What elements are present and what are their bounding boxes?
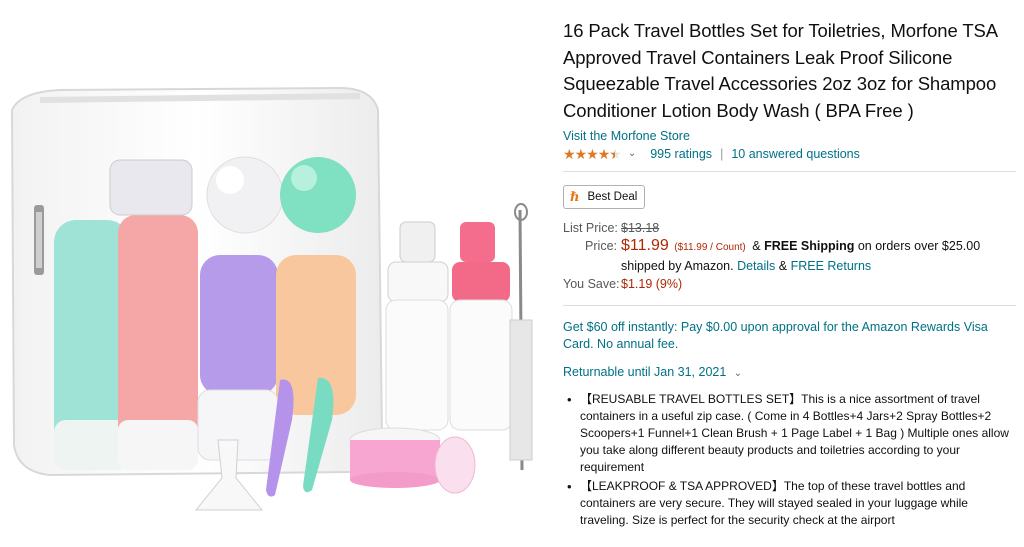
rating-row: ★ ★ ★ ★ ★★ ⌄ 995 ratings | 10 answered q… [563, 146, 1018, 162]
details-link[interactable]: Details [737, 259, 775, 273]
deal-icon: ℏ [570, 189, 580, 205]
answered-questions-link[interactable]: 10 answered questions [731, 146, 860, 162]
star-half-icon: ★★ [609, 146, 622, 162]
returnable-text: Returnable until Jan 31, 2021 [563, 365, 727, 379]
you-save-value: $1.19 (9%) [621, 277, 683, 291]
price-description: $11.99 ($11.99 / Count) & FREE Shipping … [621, 237, 1016, 275]
product-image[interactable] [0, 0, 548, 547]
price-label: Price: [585, 239, 617, 253]
product-title: 16 Pack Travel Bottles Set for Toiletrie… [563, 20, 998, 121]
star-icon: ★ [563, 146, 576, 162]
list-price-label: List Price: [563, 221, 618, 235]
deal-badge[interactable]: ℏ Best Deal [563, 185, 646, 209]
separator: | [720, 147, 724, 161]
divider [563, 305, 1016, 306]
store-link[interactable]: Visit the Morfone Store [563, 128, 1018, 144]
list-price-row: List Price: $13.18 [563, 219, 1018, 237]
star-icon: ★ [574, 146, 588, 162]
chevron-down-icon[interactable]: ⌄ [628, 146, 636, 162]
price-table: List Price: $13.18 Price: $11.99 ($11.99… [563, 219, 1018, 293]
price-row: Price: $11.99 ($11.99 / Count) & FREE Sh… [563, 237, 1018, 275]
list-price-value: $13.18 [621, 221, 660, 235]
product-details: 16 Pack Travel Bottles Set for Toiletrie… [563, 18, 1018, 531]
returns-amp: & [778, 259, 788, 273]
shipping-amp: & [752, 239, 761, 253]
feature-bullets: 【REUSABLE TRAVEL BOTTLES SET】This is a n… [563, 391, 1013, 529]
returnable-policy[interactable]: Returnable until Jan 31, 2021 ⌄ [563, 365, 1018, 379]
chevron-down-icon: ⌄ [733, 368, 743, 379]
feature-bullet: 【LEAKPROOF & TSA APPROVED】The top of the… [567, 478, 1013, 529]
price-value: $11.99 [621, 237, 669, 254]
you-save-row: You Save: $1.19 (9%) [563, 275, 1018, 293]
free-shipping-label: FREE Shipping [764, 239, 855, 253]
feature-bullet: 【REUSABLE TRAVEL BOTTLES SET】This is a n… [567, 391, 1013, 476]
star-icon: ★ [586, 146, 599, 162]
price-per-count: ($11.99 / Count) [674, 242, 746, 253]
ratings-count-link[interactable]: 995 ratings [650, 146, 712, 162]
deal-badge-label: Best Deal [587, 191, 638, 203]
rewards-promo-link[interactable]: Get $60 off instantly: Pay $0.00 upon ap… [563, 319, 1003, 353]
you-save-label: You Save: [563, 277, 620, 291]
star-rating[interactable]: ★ ★ ★ ★ ★★ [563, 146, 622, 162]
divider [563, 171, 1016, 172]
free-returns-link[interactable]: FREE Returns [791, 259, 872, 273]
star-icon: ★ [597, 146, 611, 162]
